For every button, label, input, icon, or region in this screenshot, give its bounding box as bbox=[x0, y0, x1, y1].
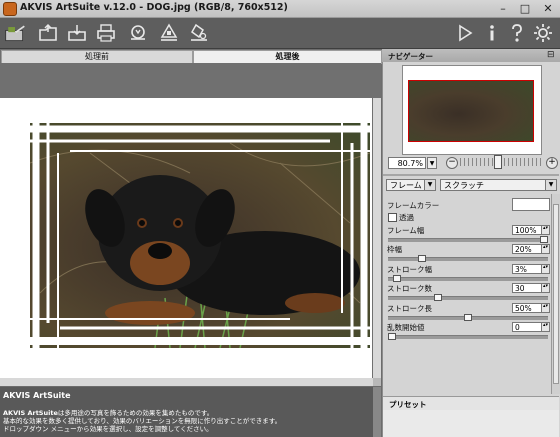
zoom-dropdown-arrow[interactable]: ▼ bbox=[427, 157, 437, 169]
print-icon[interactable] bbox=[95, 22, 117, 44]
tab-after[interactable]: 処理後 bbox=[193, 50, 382, 64]
border-width-label: 枠幅 bbox=[387, 245, 402, 254]
stepper-icon[interactable]: ▴▾ bbox=[541, 284, 549, 292]
after-icon[interactable] bbox=[188, 22, 210, 44]
settings-scrollbar[interactable] bbox=[551, 194, 560, 394]
save-icon[interactable] bbox=[66, 22, 88, 44]
open-icon[interactable] bbox=[37, 22, 59, 44]
stepper-icon[interactable]: ▴▾ bbox=[541, 265, 549, 273]
stroke-length-field[interactable]: 50% ▴▾ bbox=[512, 303, 550, 313]
stroke-length-label: ストローク長 bbox=[387, 304, 432, 313]
seed-label: 乱数開始値 bbox=[387, 323, 425, 332]
effect-category-value: フレーム bbox=[390, 181, 422, 190]
maximize-button[interactable]: □ bbox=[514, 0, 536, 17]
stroke-width-slider-thumb[interactable] bbox=[393, 275, 401, 282]
stepper-icon[interactable]: ▴▾ bbox=[541, 245, 549, 253]
help-line-3: ドロップダウン メニューから効果を選択し、設定を調整してください。 bbox=[3, 425, 213, 433]
zoom-slider-thumb[interactable] bbox=[494, 155, 502, 169]
border-width-slider-thumb[interactable] bbox=[418, 255, 426, 262]
seed-value: 0 bbox=[515, 323, 520, 332]
help-scrollbar[interactable] bbox=[373, 387, 381, 437]
stepper-icon[interactable]: ▴▾ bbox=[541, 323, 549, 331]
frame-width-slider[interactable] bbox=[388, 238, 548, 242]
stroke-width-field[interactable]: 3% ▴▾ bbox=[512, 264, 550, 274]
effect-category-select[interactable]: フレーム ▼ bbox=[386, 179, 436, 191]
help-icon[interactable] bbox=[506, 22, 528, 44]
canvas-horizontal-scrollbar[interactable] bbox=[0, 378, 373, 386]
close-panel-icon[interactable]: ⊟ bbox=[547, 51, 556, 60]
info-icon[interactable] bbox=[481, 22, 503, 44]
navigator-thumbnail[interactable] bbox=[408, 80, 534, 142]
stroke-length-slider-thumb[interactable] bbox=[464, 314, 472, 321]
resize-grip[interactable] bbox=[373, 378, 381, 386]
panel-divider bbox=[383, 174, 559, 176]
presets-area bbox=[383, 410, 559, 437]
frame-width-slider-thumb[interactable] bbox=[540, 236, 548, 243]
transparent-label: 透過 bbox=[399, 213, 414, 222]
border-width-slider[interactable] bbox=[388, 257, 548, 261]
frame-width-field[interactable]: 100% ▴▾ bbox=[512, 225, 550, 235]
frame-width-value: 100% bbox=[515, 226, 537, 235]
close-button[interactable]: ✕ bbox=[537, 0, 559, 17]
zoom-field[interactable]: 80.7% bbox=[388, 157, 426, 169]
minimize-button[interactable]: – bbox=[492, 0, 514, 17]
help-panel: AKVIS ArtSuite AKVIS ArtSuiteは多用途の写真を飾るた… bbox=[0, 387, 381, 437]
share-icon[interactable] bbox=[127, 22, 149, 44]
stroke-count-slider[interactable] bbox=[388, 296, 548, 300]
stepper-icon[interactable]: ▴▾ bbox=[541, 226, 549, 234]
stroke-length-value: 50% bbox=[515, 304, 532, 313]
toolbar bbox=[0, 18, 560, 49]
navigator-title: ナビゲーター bbox=[388, 52, 433, 61]
stroke-width-value: 3% bbox=[515, 265, 527, 274]
settings-icon[interactable] bbox=[532, 22, 554, 44]
zoom-out-button[interactable]: − bbox=[446, 157, 458, 169]
stepper-icon[interactable]: ▴▾ bbox=[541, 304, 549, 312]
before-icon[interactable] bbox=[158, 22, 180, 44]
frame-width-label: フレーム幅 bbox=[387, 226, 425, 235]
frame-color-swatch[interactable] bbox=[512, 198, 550, 211]
seed-field[interactable]: 0 ▴▾ bbox=[512, 322, 550, 332]
home-icon[interactable] bbox=[4, 22, 30, 44]
border-width-field[interactable]: 20% ▴▾ bbox=[512, 244, 550, 254]
canvas-vertical-scrollbar[interactable] bbox=[373, 98, 381, 378]
stroke-count-value: 30 bbox=[515, 284, 525, 293]
presets-title: プリセット bbox=[389, 400, 427, 409]
effect-type-select[interactable]: スクラッチ ▼ bbox=[440, 179, 557, 191]
stroke-width-label: ストローク幅 bbox=[387, 265, 432, 274]
navigator-header: ナビゲーター bbox=[382, 49, 560, 62]
chevron-down-icon: ▼ bbox=[545, 180, 556, 190]
window-title: AKVIS ArtSuite v.12.0 - DOG.jpg (RGB/8, … bbox=[20, 2, 288, 13]
zoom-in-button[interactable]: + bbox=[546, 157, 558, 169]
settings-scrollbar-thumb[interactable] bbox=[553, 204, 559, 384]
title-bar: AKVIS ArtSuite v.12.0 - DOG.jpg (RGB/8, … bbox=[0, 0, 560, 18]
seed-slider-thumb[interactable] bbox=[388, 333, 396, 340]
stroke-count-slider-thumb[interactable] bbox=[434, 294, 442, 301]
presets-header: プリセット bbox=[383, 396, 559, 410]
app-logo-icon bbox=[3, 2, 17, 16]
tab-before[interactable]: 処理前 bbox=[1, 50, 193, 64]
dog-photo[interactable] bbox=[30, 123, 370, 348]
effect-type-value: スクラッチ bbox=[444, 181, 484, 190]
chevron-down-icon: ▼ bbox=[424, 180, 435, 190]
seed-slider[interactable] bbox=[388, 335, 548, 339]
border-width-value: 20% bbox=[515, 245, 532, 254]
stroke-width-slider[interactable] bbox=[388, 277, 548, 281]
stroke-count-field[interactable]: 30 ▴▾ bbox=[512, 283, 550, 293]
help-title: AKVIS ArtSuite bbox=[3, 391, 71, 400]
run-icon[interactable] bbox=[454, 22, 476, 44]
transparent-checkbox[interactable] bbox=[388, 213, 397, 222]
frame-color-label: フレームカラー bbox=[387, 201, 440, 210]
stroke-count-label: ストローク数 bbox=[387, 284, 432, 293]
